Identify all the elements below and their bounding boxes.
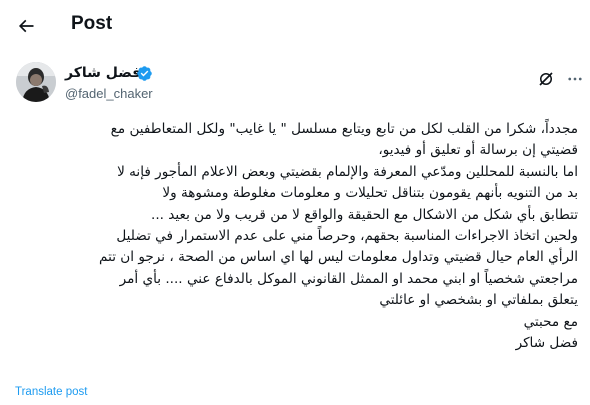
post-line: قضيتي إن برسالة أو تعليق أو فيديو، bbox=[378, 142, 578, 159]
post-line: اما بالنسبة للمحللين ومدّعي المعرفة والإ… bbox=[117, 163, 578, 180]
post-line: مجدداً، شكرا من القلب لكل من تابع ويتابع… bbox=[110, 121, 578, 137]
more-button[interactable] bbox=[564, 68, 586, 90]
post-line: فضل شاكر bbox=[515, 334, 578, 351]
post-line: مع محبتي bbox=[523, 313, 578, 330]
avatar[interactable] bbox=[16, 62, 56, 102]
arrow-left-icon bbox=[18, 19, 34, 33]
grok-button[interactable] bbox=[535, 68, 557, 90]
more-dots-icon bbox=[568, 77, 582, 81]
post-line: الرأي العام حيال قضيتي وتداول معلومات لي… bbox=[99, 249, 578, 266]
post-text: مجدداً، شكرا من القلب لكل من تابع ويتابع… bbox=[14, 119, 578, 354]
translate-post-link[interactable]: Translate post bbox=[15, 386, 87, 398]
author-name[interactable]: فضل شاكر bbox=[65, 65, 141, 81]
post-line: ولحين اتخاذ الاجراءات المناسبة بحقهم، وح… bbox=[116, 227, 578, 244]
post-line: يتعلق بملفاتي او بشخصي او عائلتي bbox=[379, 292, 578, 309]
post-line: تتطابق بأي شكل من الاشكال مع الحقيقة وال… bbox=[151, 206, 578, 223]
grok-icon bbox=[539, 72, 553, 86]
verified-badge-icon bbox=[137, 66, 152, 81]
post-header: Post bbox=[0, 0, 590, 52]
author-row: فضل شاكر @fadel_chaker bbox=[16, 62, 582, 106]
post-line: بد من التنويه بأنهم يقومون بتناقل تحليلا… bbox=[162, 185, 578, 202]
author-handle[interactable]: @fadel_chaker bbox=[65, 86, 153, 101]
back-button[interactable] bbox=[8, 8, 44, 44]
page-title: Post bbox=[71, 13, 113, 34]
post-line: مراجعتي شخصياً او ابني محمد او الممثل ال… bbox=[119, 270, 578, 287]
